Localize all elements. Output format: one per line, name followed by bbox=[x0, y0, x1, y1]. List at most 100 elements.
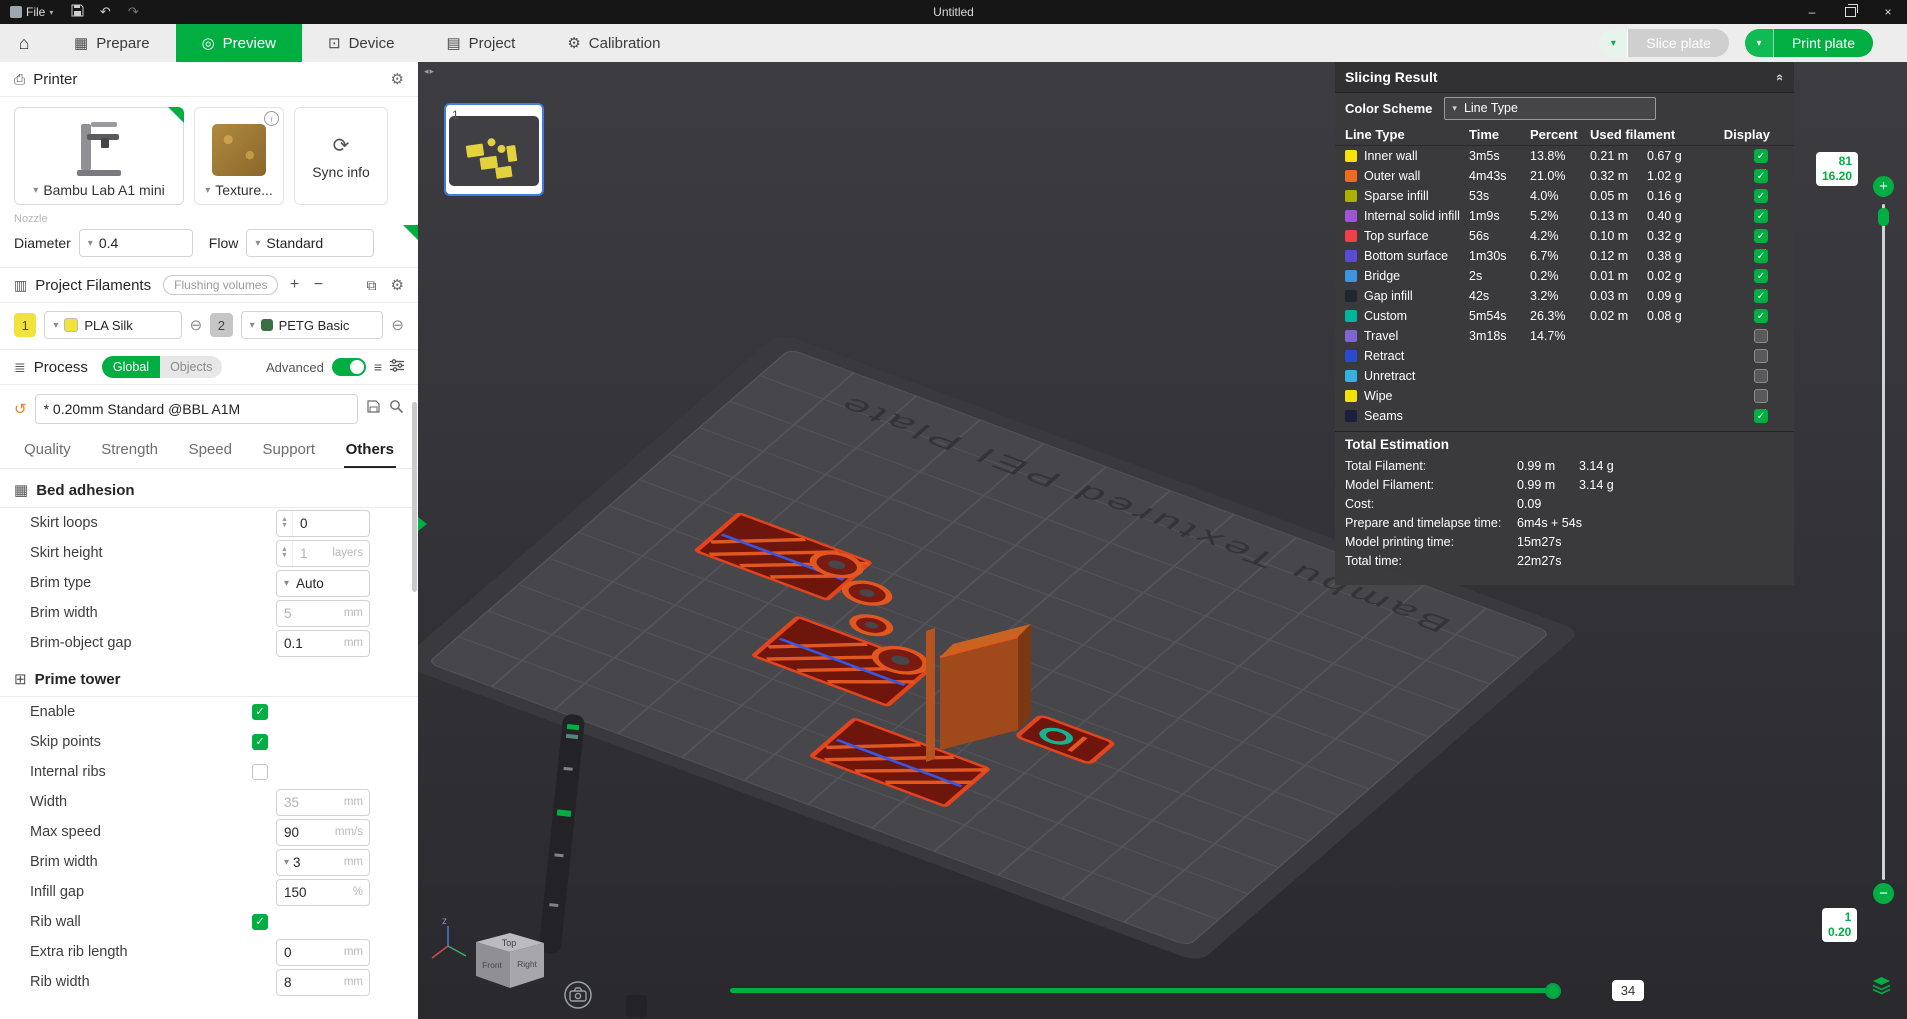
nav-cube[interactable]: Top Front Right bbox=[476, 933, 544, 988]
layer-minus-button[interactable]: − bbox=[1873, 883, 1894, 904]
plate-type-card[interactable]: i ▾ Texture... bbox=[194, 107, 284, 205]
infill-gap-input[interactable]: 150 % bbox=[276, 879, 370, 906]
file-menu[interactable]: File ▾ bbox=[0, 0, 63, 24]
tab-calibration[interactable]: ⚙ Calibration bbox=[541, 24, 686, 62]
info-icon[interactable]: i bbox=[264, 111, 279, 126]
display-checkbox[interactable] bbox=[1754, 389, 1768, 403]
slice-plate-label[interactable]: Slice plate bbox=[1627, 29, 1729, 57]
filament-1-select[interactable]: ▾ PLA Silk bbox=[44, 311, 181, 339]
skirt-height-input[interactable]: ▲▼ 1 layers bbox=[276, 540, 370, 567]
viewport-3d[interactable]: Bambu Textured PEI Plate bbox=[418, 62, 1907, 1019]
spinner-arrows[interactable]: ▲▼ bbox=[277, 511, 293, 536]
enable-checkbox[interactable] bbox=[252, 704, 268, 720]
flushing-volumes-button[interactable]: Flushing volumes bbox=[163, 275, 278, 295]
filament-edit-icon[interactable]: ⊖ bbox=[391, 316, 404, 334]
scope-objects[interactable]: Objects bbox=[160, 356, 222, 378]
plate-thumbnail[interactable]: 1 bbox=[444, 103, 544, 196]
display-checkbox[interactable] bbox=[1754, 189, 1768, 203]
list-view-icon[interactable]: ≡ bbox=[374, 359, 382, 375]
close-button[interactable]: × bbox=[1869, 0, 1907, 24]
spinner-arrows[interactable]: ▲▼ bbox=[277, 541, 293, 566]
display-checkbox[interactable] bbox=[1754, 229, 1768, 243]
cube-face-front[interactable]: Front bbox=[482, 960, 502, 970]
display-checkbox[interactable] bbox=[1754, 289, 1768, 303]
filament-1-badge[interactable]: 1 bbox=[14, 313, 36, 337]
filament-gear-icon[interactable]: ⚙ bbox=[391, 276, 404, 294]
tower-brim-width-select[interactable]: ▾ 3 mm bbox=[276, 849, 370, 876]
preset-select[interactable]: * 0.20mm Standard @BBL A1M bbox=[35, 394, 358, 424]
add-filament-button[interactable]: + bbox=[286, 276, 302, 294]
redo-icon[interactable]: ↷ bbox=[119, 4, 147, 20]
tab-others[interactable]: Others bbox=[344, 435, 396, 468]
tab-device[interactable]: ⊡ Device bbox=[302, 24, 420, 62]
layers-view-icon[interactable] bbox=[1870, 974, 1893, 997]
rib-wall-checkbox[interactable] bbox=[252, 914, 268, 930]
tab-support[interactable]: Support bbox=[261, 435, 318, 468]
tab-prepare[interactable]: ▦ Prepare bbox=[48, 24, 176, 62]
tab-quality[interactable]: Quality bbox=[22, 435, 73, 468]
tab-strength[interactable]: Strength bbox=[99, 435, 160, 468]
skirt-loops-input[interactable]: ▲▼ 0 bbox=[276, 510, 370, 537]
sliced-object-wall[interactable] bbox=[926, 628, 935, 762]
layer-slider-track[interactable] bbox=[1882, 204, 1885, 880]
filament-edit-icon[interactable]: ⊖ bbox=[190, 316, 203, 334]
sidebar-scrollbar[interactable] bbox=[412, 402, 417, 592]
restore-button[interactable] bbox=[1831, 0, 1869, 24]
printer-settings-gear-icon[interactable]: ⚙ bbox=[391, 70, 404, 88]
internal-ribs-checkbox[interactable] bbox=[252, 764, 268, 780]
max-speed-input[interactable]: 90 mm/s bbox=[276, 819, 370, 846]
home-tab[interactable]: ⌂ bbox=[0, 24, 48, 62]
flow-select[interactable]: ▾ Standard bbox=[246, 229, 374, 257]
display-checkbox[interactable] bbox=[1754, 309, 1768, 323]
filament-2-badge[interactable]: 2 bbox=[210, 313, 232, 337]
diameter-select[interactable]: ▾ 0.4 bbox=[79, 229, 193, 257]
preset-search-icon[interactable] bbox=[389, 399, 404, 419]
display-checkbox[interactable] bbox=[1754, 369, 1768, 383]
display-checkbox[interactable] bbox=[1754, 409, 1768, 423]
collapse-panel-icon[interactable]: « bbox=[1773, 73, 1788, 80]
display-checkbox[interactable] bbox=[1754, 149, 1768, 163]
tab-project[interactable]: ▤ Project bbox=[420, 24, 541, 62]
tab-speed[interactable]: Speed bbox=[187, 435, 234, 468]
tune-icon[interactable] bbox=[390, 359, 404, 375]
display-checkbox[interactable] bbox=[1754, 269, 1768, 283]
minimize-button[interactable]: – bbox=[1793, 0, 1831, 24]
slice-options-dropdown[interactable]: ▾ bbox=[1599, 29, 1627, 57]
move-slider-track[interactable] bbox=[730, 988, 1560, 993]
brim-type-select[interactable]: ▾ Auto bbox=[276, 570, 370, 597]
save-icon[interactable] bbox=[63, 4, 91, 20]
panel-expand-handle[interactable] bbox=[418, 517, 427, 531]
print-options-dropdown[interactable]: ▾ bbox=[1745, 29, 1773, 57]
panel-collapse-icon[interactable]: ◂▸ bbox=[424, 66, 435, 77]
filament-2-select[interactable]: ▾ PETG Basic bbox=[241, 311, 384, 339]
display-checkbox[interactable] bbox=[1754, 249, 1768, 263]
preset-save-icon[interactable] bbox=[366, 399, 381, 419]
skip-points-checkbox[interactable] bbox=[252, 734, 268, 750]
sync-info-button[interactable]: ⟳ Sync info bbox=[294, 107, 388, 205]
brim-width-input[interactable]: 5 mm bbox=[276, 600, 370, 627]
display-checkbox[interactable] bbox=[1754, 349, 1768, 363]
layer-plus-button[interactable]: + bbox=[1873, 176, 1894, 197]
tab-preview[interactable]: ◎ Preview bbox=[176, 24, 302, 62]
print-plate-label[interactable]: Print plate bbox=[1773, 29, 1873, 57]
rib-width-input[interactable]: 8 mm bbox=[276, 969, 370, 996]
display-checkbox[interactable] bbox=[1754, 329, 1768, 343]
display-checkbox[interactable] bbox=[1754, 209, 1768, 223]
camera-snapshot-button[interactable] bbox=[565, 982, 591, 1008]
layer-slider-handle[interactable] bbox=[1878, 208, 1889, 226]
scope-global[interactable]: Global bbox=[102, 356, 160, 378]
cube-face-top[interactable]: Top bbox=[502, 938, 517, 948]
brim-object-gap-input[interactable]: 0.1 mm bbox=[276, 630, 370, 657]
move-slider-handle[interactable] bbox=[1545, 983, 1561, 999]
filament-sync-icon[interactable]: ⧉ bbox=[367, 277, 377, 294]
printer-card[interactable]: ▾ Bambu Lab A1 mini bbox=[14, 107, 184, 205]
extra-rib-length-input[interactable]: 0 mm bbox=[276, 939, 370, 966]
color-scheme-select[interactable]: ▾ Line Type bbox=[1444, 97, 1656, 120]
cube-face-right[interactable]: Right bbox=[517, 959, 537, 969]
preset-modified-icon[interactable]: ↺ bbox=[14, 400, 27, 418]
advanced-toggle[interactable] bbox=[332, 358, 366, 376]
display-checkbox[interactable] bbox=[1754, 169, 1768, 183]
width-input[interactable]: 35 mm bbox=[276, 789, 370, 816]
undo-icon[interactable]: ↶ bbox=[91, 4, 119, 20]
remove-filament-button[interactable]: − bbox=[310, 276, 326, 294]
